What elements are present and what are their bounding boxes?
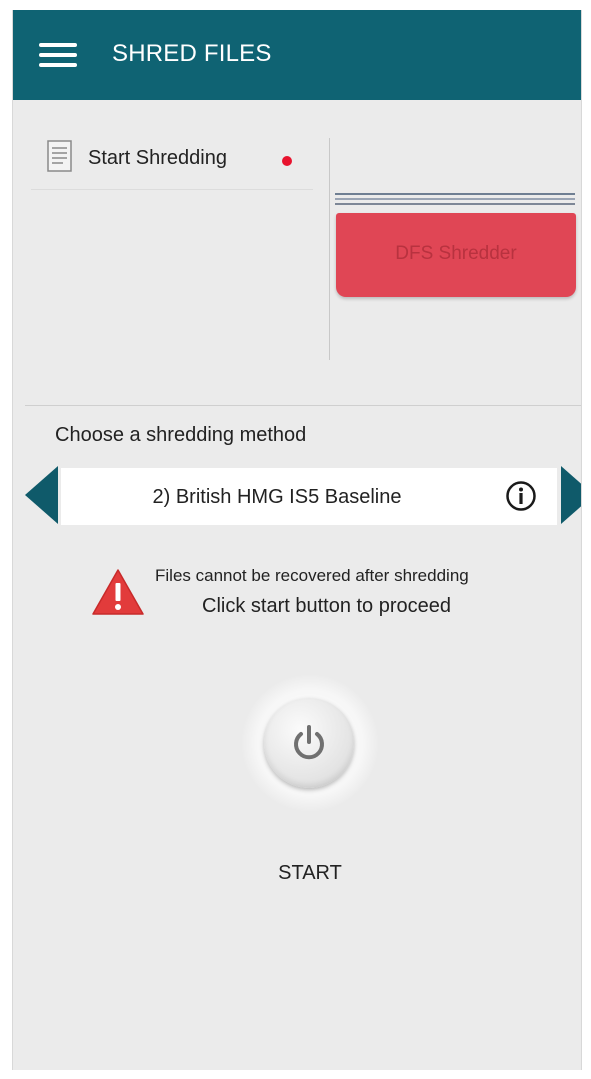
dfs-shredder-graphic: DFS Shredder [336,213,576,297]
power-icon [294,725,324,760]
arrow-right-icon[interactable] [561,466,581,524]
method-heading: Choose a shredding method [55,424,307,446]
vertical-divider [329,138,330,360]
shredder-label: DFS Shredder [395,243,517,264]
status-indicator [282,156,292,166]
section-divider [25,405,581,406]
page-title: SHRED FILES [112,40,272,67]
shredder-slot [335,193,575,209]
warning-line-2: Click start button to proceed [202,595,452,617]
warning-line-1: Files cannot be recovered after shreddin… [155,566,469,585]
warning-triangle-icon [92,569,144,615]
start-power-button[interactable] [264,698,354,788]
start-shredding-label: Start Shredding [88,147,227,169]
document-icon [47,140,72,172]
method-selector[interactable]: 2) British HMG IS5 Baseline [61,468,557,525]
info-icon[interactable] [505,480,537,512]
start-label: START [278,862,342,884]
selected-method: 2) British HMG IS5 Baseline [152,486,402,508]
arrow-left-icon[interactable] [25,466,58,524]
app-bar: SHRED FILES [13,10,581,100]
hamburger-menu-icon[interactable] [39,41,77,69]
app-screen: SHRED FILES Start Shredding DFS Shredder… [12,10,582,1070]
start-shredding-item[interactable]: Start Shredding [31,134,313,190]
